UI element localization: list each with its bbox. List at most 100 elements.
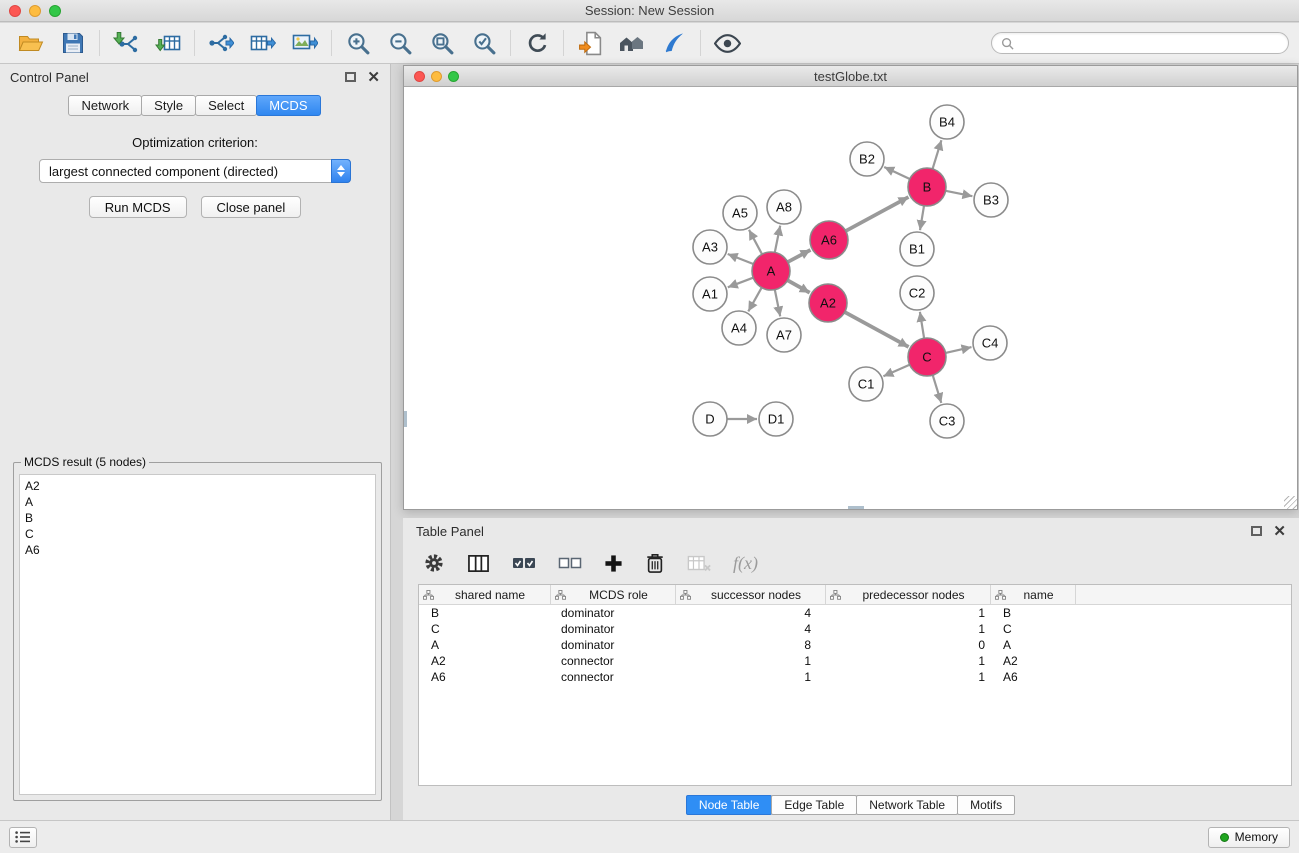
node-C3[interactable]: C3 xyxy=(930,404,964,438)
import-network-button[interactable] xyxy=(105,26,147,60)
horizontal-scroll-indicator[interactable] xyxy=(848,506,864,509)
tab-style[interactable]: Style xyxy=(141,95,196,116)
deselect-all-button[interactable] xyxy=(558,554,582,572)
result-item-a[interactable]: A xyxy=(25,494,370,510)
table-settings-button[interactable] xyxy=(423,552,445,574)
node-A1[interactable]: A1 xyxy=(693,277,727,311)
cell[interactable]: dominator xyxy=(551,638,676,652)
resize-grip[interactable] xyxy=(1284,496,1297,509)
export-image-button[interactable] xyxy=(284,26,326,60)
zoom-in-button[interactable] xyxy=(337,26,379,60)
node-A3[interactable]: A3 xyxy=(693,230,727,264)
node-C[interactable]: C xyxy=(908,338,946,376)
cell[interactable]: A6 xyxy=(419,670,551,684)
cell[interactable]: 1 xyxy=(826,654,991,668)
node-A8[interactable]: A8 xyxy=(767,190,801,224)
annotation-pen-button[interactable] xyxy=(653,26,695,60)
node-B[interactable]: B xyxy=(908,168,946,206)
table-close-panel-button[interactable]: ✕ xyxy=(1273,524,1286,539)
zoom-fit-button[interactable] xyxy=(421,26,463,60)
cell[interactable]: B xyxy=(419,606,551,620)
zoom-out-button[interactable] xyxy=(379,26,421,60)
save-session-button[interactable] xyxy=(52,26,94,60)
edge-C-C3[interactable] xyxy=(933,375,942,403)
cell[interactable]: 4 xyxy=(676,622,826,636)
edge-B-B1[interactable] xyxy=(920,206,924,230)
zoom-selected-button[interactable] xyxy=(463,26,505,60)
edge-C-C1[interactable] xyxy=(883,365,909,377)
cell[interactable]: 8 xyxy=(676,638,826,652)
tab-edge-table[interactable]: Edge Table xyxy=(771,795,857,815)
cell[interactable]: A xyxy=(991,638,1076,652)
result-item-a6[interactable]: A6 xyxy=(25,542,370,558)
cell[interactable]: 0 xyxy=(826,638,991,652)
document-arrow-button[interactable] xyxy=(569,26,611,60)
node-A6[interactable]: A6 xyxy=(810,221,848,259)
node-B4[interactable]: B4 xyxy=(930,105,964,139)
node-A5[interactable]: A5 xyxy=(723,196,757,230)
node-D1[interactable]: D1 xyxy=(759,402,793,436)
column-header-name[interactable]: name xyxy=(991,585,1076,604)
node-B1[interactable]: B1 xyxy=(900,232,934,266)
export-table-button[interactable] xyxy=(242,26,284,60)
cell[interactable]: A6 xyxy=(991,670,1076,684)
network-window-titlebar[interactable]: testGlobe.txt xyxy=(404,66,1297,87)
mcds-result-list[interactable]: A2ABCA6 xyxy=(19,474,376,795)
tab-node-table[interactable]: Node Table xyxy=(686,795,773,815)
network-minimize-button[interactable] xyxy=(431,71,442,82)
cell[interactable]: connector xyxy=(551,670,676,684)
task-history-button[interactable] xyxy=(9,827,37,848)
edge-A-A6[interactable] xyxy=(788,250,811,262)
table-row-a[interactable]: Adominator80A xyxy=(419,637,1291,653)
cell[interactable]: dominator xyxy=(551,622,676,636)
edge-C-C2[interactable] xyxy=(920,312,924,338)
result-item-a2[interactable]: A2 xyxy=(25,478,370,494)
cell[interactable]: 1 xyxy=(676,670,826,684)
import-table-button[interactable] xyxy=(147,26,189,60)
cell[interactable]: dominator xyxy=(551,606,676,620)
edge-C-C4[interactable] xyxy=(946,347,972,353)
export-network-button[interactable] xyxy=(200,26,242,60)
edge-A-A1[interactable] xyxy=(728,278,753,288)
float-panel-button[interactable] xyxy=(345,72,356,82)
run-mcds-button[interactable]: Run MCDS xyxy=(89,196,187,218)
tab-motifs[interactable]: Motifs xyxy=(957,795,1015,815)
cell[interactable]: 1 xyxy=(826,670,991,684)
cell[interactable]: 1 xyxy=(826,622,991,636)
cell[interactable]: connector xyxy=(551,654,676,668)
optimization-criterion-select[interactable]: largest connected component (directed) xyxy=(39,159,351,183)
tab-select[interactable]: Select xyxy=(195,95,257,116)
node-C4[interactable]: C4 xyxy=(973,326,1007,360)
node-B2[interactable]: B2 xyxy=(850,142,884,176)
node-A[interactable]: A xyxy=(752,252,790,290)
column-header-shared-name[interactable]: shared name xyxy=(419,585,551,604)
tab-mcds[interactable]: MCDS xyxy=(256,95,320,116)
network-zoom-button[interactable] xyxy=(448,71,459,82)
node-D[interactable]: D xyxy=(693,402,727,436)
open-session-button[interactable] xyxy=(10,26,52,60)
minimize-window-button[interactable] xyxy=(29,5,41,17)
edge-A6-B[interactable] xyxy=(846,197,909,231)
network-canvas[interactable]: B4B2BB3A5A8A6A3B1AA1C2A2A4A7C4CC1C3DD1 xyxy=(404,88,1297,509)
edge-A-A3[interactable] xyxy=(728,254,754,264)
cell[interactable]: A2 xyxy=(991,654,1076,668)
refresh-view-button[interactable] xyxy=(516,26,558,60)
cell[interactable]: A xyxy=(419,638,551,652)
close-panel-button[interactable]: Close panel xyxy=(201,196,302,218)
cell[interactable]: B xyxy=(991,606,1076,620)
cell[interactable]: 4 xyxy=(676,606,826,620)
edge-B-B3[interactable] xyxy=(946,191,973,196)
cell[interactable]: A2 xyxy=(419,654,551,668)
node-B3[interactable]: B3 xyxy=(974,183,1008,217)
column-header-successor-nodes[interactable]: successor nodes xyxy=(676,585,826,604)
delete-table-button[interactable] xyxy=(687,554,711,573)
show-columns-button[interactable] xyxy=(467,553,490,574)
memory-button[interactable]: Memory xyxy=(1208,827,1290,848)
edge-A-A2[interactable] xyxy=(788,280,810,292)
tab-network[interactable]: Network xyxy=(68,95,142,116)
cell[interactable]: 1 xyxy=(826,606,991,620)
close-panel-icon-button[interactable]: ✕ xyxy=(367,70,380,85)
close-window-button[interactable] xyxy=(9,5,21,17)
node-A7[interactable]: A7 xyxy=(767,318,801,352)
add-column-button[interactable] xyxy=(604,554,623,573)
